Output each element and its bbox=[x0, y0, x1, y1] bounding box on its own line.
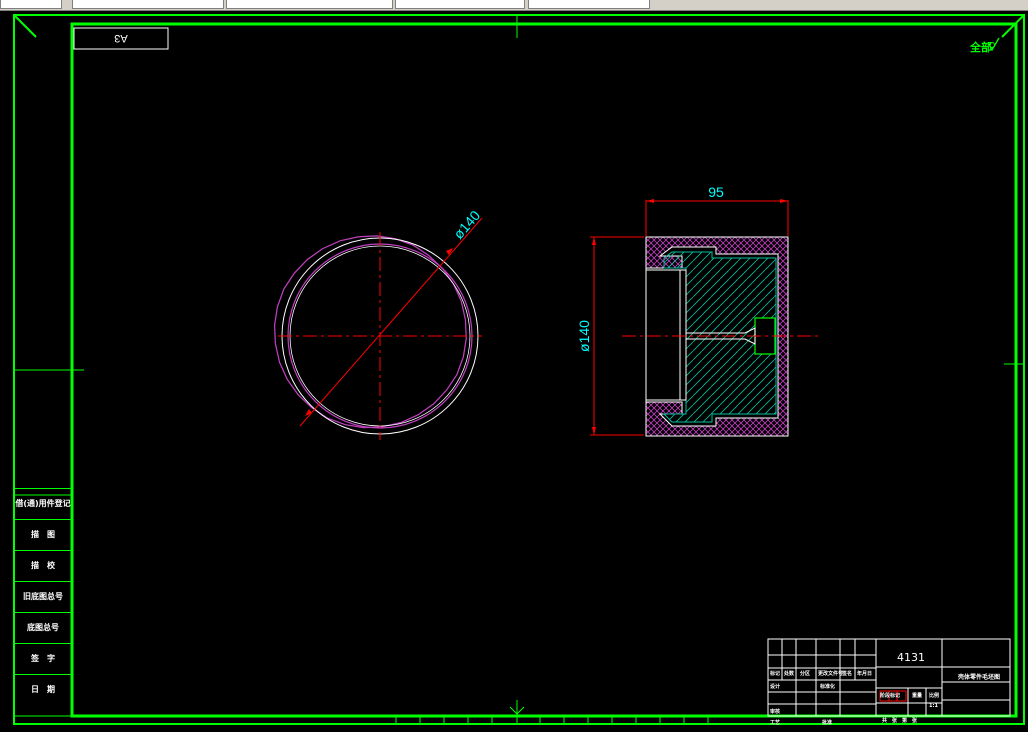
sheet-outer-border bbox=[13, 14, 1025, 725]
tab-4[interactable] bbox=[395, 0, 525, 9]
side-table-row-old-number: 旧底图总号 bbox=[14, 581, 72, 611]
side-table-row-base-number: 底图总号 bbox=[14, 612, 72, 642]
label-process: 工艺 bbox=[770, 720, 781, 726]
side-diameter-label: ø140 bbox=[576, 320, 592, 352]
window-tab-bar bbox=[0, 0, 1028, 11]
label-zone: 分区 bbox=[800, 671, 811, 677]
label-weight: 重量 bbox=[912, 693, 923, 699]
side-table-row-borrow: 借(通)用件登记 bbox=[14, 488, 72, 518]
scale-value: 1:1 bbox=[929, 703, 938, 709]
cad-drawing: A3 全部 ø140 95 ø140 bbox=[13, 14, 1025, 725]
side-width-label: 95 bbox=[708, 184, 724, 200]
tab-2[interactable] bbox=[72, 0, 224, 9]
side-table-row-date: 日 期 bbox=[14, 674, 72, 704]
part-name: 壳体零件毛坯图 bbox=[958, 674, 1001, 681]
drawing-canvas[interactable]: A3 全部 ø140 95 ø140 借(通)用件登记 描 图 描 校 旧底图总… bbox=[0, 11, 1028, 728]
label-mark: 标记 bbox=[770, 671, 781, 677]
label-designer: 设计 bbox=[770, 684, 781, 690]
roughness-note: 全部 bbox=[969, 40, 992, 54]
part-number: 4131 bbox=[897, 651, 925, 664]
label-review: 审核 bbox=[770, 709, 781, 715]
front-view: ø140 bbox=[273, 207, 483, 440]
side-table-row-signature: 签 字 bbox=[14, 643, 72, 673]
sheet-info: 共 张 第 张 bbox=[882, 718, 918, 724]
side-table-row-trace: 描 图 bbox=[14, 519, 72, 549]
label-change-doc: 更改文件号 bbox=[818, 671, 844, 677]
sheet-label: A3 bbox=[114, 32, 127, 44]
side-view: 95 ø140 bbox=[576, 184, 822, 437]
tab-1[interactable] bbox=[0, 0, 62, 9]
side-table-row-check: 描 校 bbox=[14, 550, 72, 580]
label-count: 处数 bbox=[784, 671, 795, 677]
front-diameter-label: ø140 bbox=[450, 207, 483, 242]
tab-5[interactable] bbox=[528, 0, 650, 9]
label-stage: 阶段标记 bbox=[880, 693, 901, 699]
tab-3[interactable] bbox=[226, 0, 393, 9]
label-sign: 签名 bbox=[842, 671, 853, 677]
front-diameter-line bbox=[299, 217, 483, 427]
label-date: 年月日 bbox=[857, 671, 873, 677]
label-approve: 批准 bbox=[822, 720, 833, 726]
label-standard: 标准化 bbox=[820, 684, 836, 690]
label-scale: 比例 bbox=[929, 693, 940, 699]
sheet-inner-frame bbox=[70, 22, 1018, 718]
